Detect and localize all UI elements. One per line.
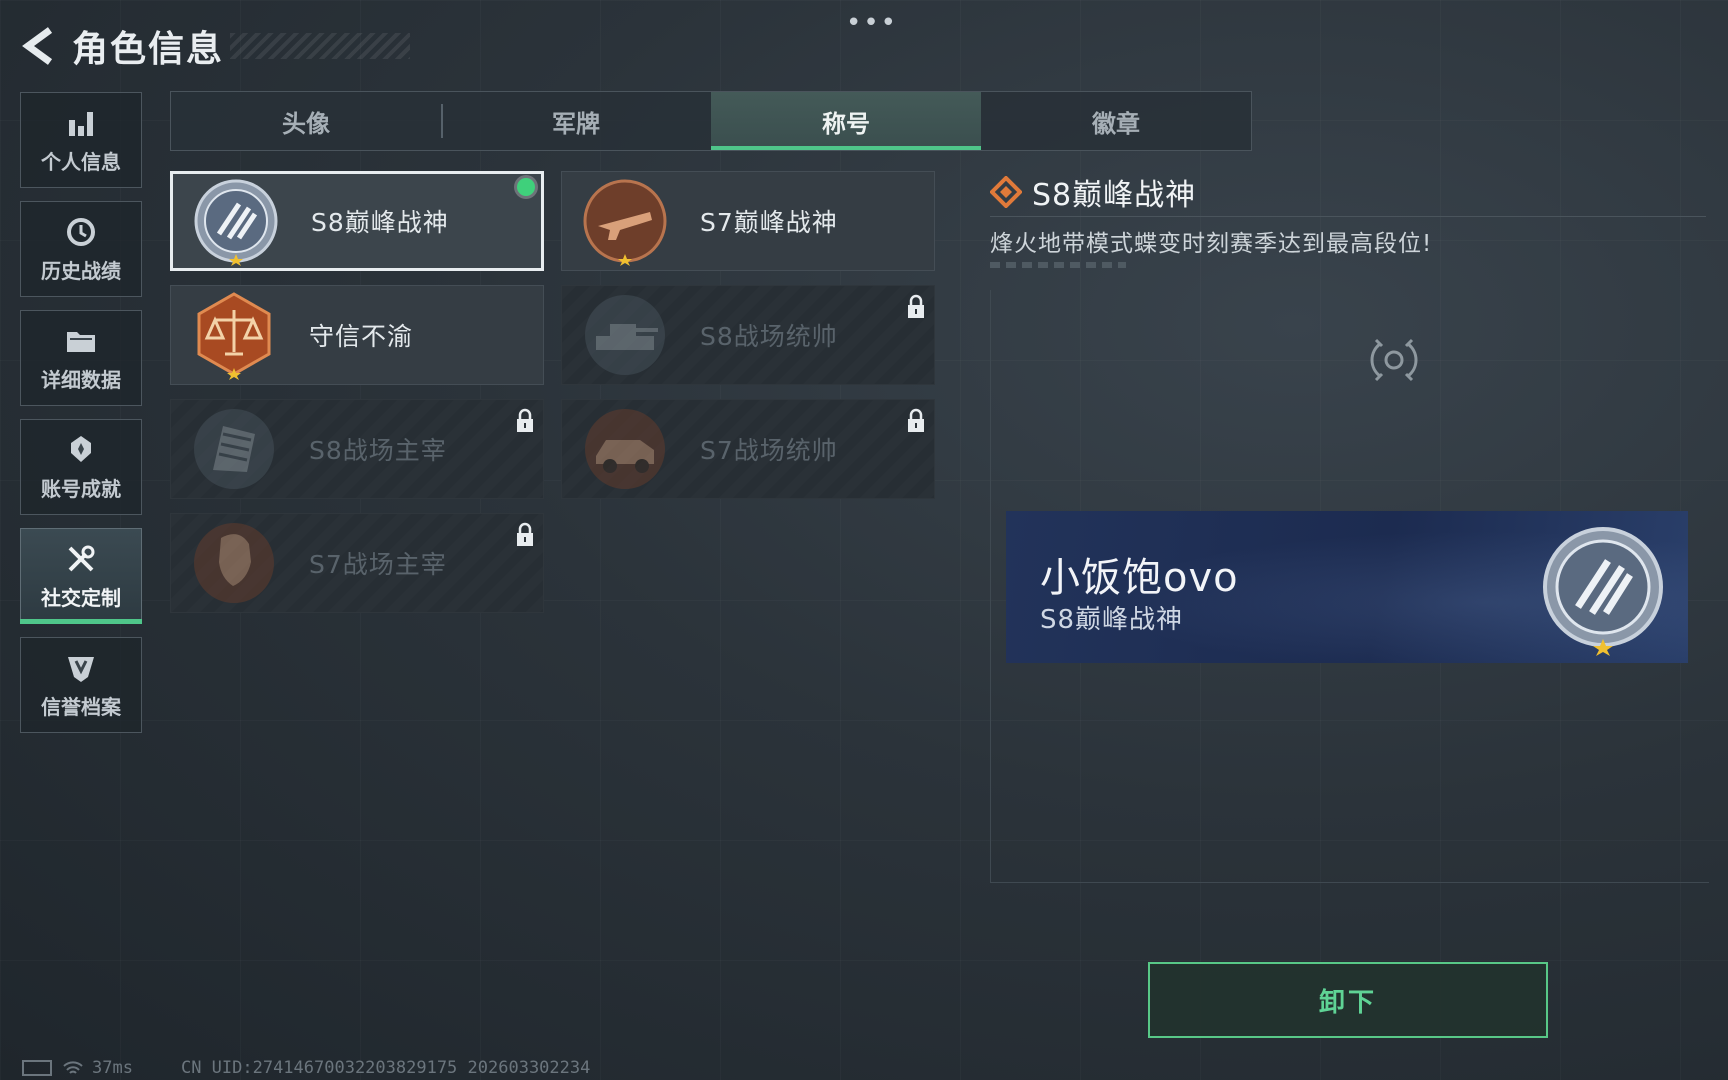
title-card-name: 守信不渝 [309,322,414,351]
title-card-s7-commander[interactable]: S7战场统帅 [561,399,935,499]
sidebar-item-label: 个人信息 [41,149,121,174]
tab-avatar[interactable]: 头像 [171,92,441,150]
silver-wings-badge-icon [194,179,278,266]
sidebar-item-label: 信誉档案 [41,694,121,719]
tab-bar: 头像 军牌 称号 徽章 [170,91,1252,151]
progress-decoration [990,262,1126,268]
sidebar-item-history[interactable]: 历史战绩 [20,201,142,297]
sidebar-item-detailed-data[interactable]: 详细数据 [20,310,142,406]
silver-wings-badge-icon [1543,527,1663,656]
unequip-button[interactable]: 卸下 [1148,962,1548,1038]
name-card-preview: 小饭饱ovo S8巅峰战神 [1006,511,1688,663]
tab-badge[interactable]: 徽章 [981,92,1251,150]
history-icon [67,217,95,246]
equipped-indicator [517,178,535,196]
title-card-s7-dominator[interactable]: S7战场主宰 [170,513,544,613]
detail-title: S8巅峰战神 [1032,178,1197,213]
status-bar: 37ms CN UID:274146700322038​29175 202603… [22,1058,590,1078]
lock-icon [908,294,924,318]
diamond-icon [990,176,1022,208]
title-card-keep-faith[interactable]: 守信不渝 [170,285,544,385]
title-card-s8-peak[interactable]: S8巅峰战神 [170,171,544,271]
title-card-name: S8战场主宰 [309,436,447,465]
ping-text: 37ms [92,1058,133,1078]
uid-text: CN UID:274146700322038​29175 20260330223… [180,1058,591,1078]
player-name: 小饭饱ovo [1040,555,1239,601]
folder-icon [67,331,95,352]
title-card-name: S7战场主宰 [309,550,447,579]
detail-description: 烽火地带模式蝶变时刻赛季达到最高段位! [990,231,1433,257]
title-card-s8-dominator[interactable]: S8战场主宰 [170,399,544,499]
back-button[interactable] [18,24,58,68]
more-options-button[interactable]: ••• [846,8,898,38]
title-card-s7-peak[interactable]: S7巅峰战神 [561,171,935,271]
detail-header: S8巅峰战神 [990,170,1196,214]
scales-badge-icon [197,292,271,380]
shield-icon [68,656,94,682]
soldier-badge-icon [194,523,274,603]
target-icon[interactable] [1370,336,1418,384]
tab-title[interactable]: 称号 [711,92,981,150]
vehicle-badge-icon [585,409,665,489]
sidebar-item-social-custom[interactable]: 社交定制 [20,528,142,624]
sidebar-item-label: 账号成就 [41,476,121,501]
tab-dog-tag[interactable]: 军牌 [441,92,711,150]
tools-icon [68,545,95,571]
tank-badge-icon [585,295,665,375]
sidebar-item-personal-info[interactable]: 个人信息 [20,92,142,188]
bar-chart-icon [69,111,93,136]
lock-icon [908,408,924,432]
header: 角色信息 [18,18,411,74]
sidebar-item-label: 社交定制 [41,585,121,610]
sidebar: 个人信息 历史战绩 详细数据 账号成就 社交定制 信誉档案 [20,92,144,746]
sidebar-item-achievements[interactable]: 账号成就 [20,419,142,515]
lock-icon [517,522,533,546]
battery-icon [22,1060,52,1076]
sidebar-item-label: 历史战绩 [41,258,121,283]
bronze-gun-badge-icon [583,179,667,266]
title-card-s8-commander[interactable]: S8战场统帅 [561,285,935,385]
title-card-name: S8巅峰战神 [311,208,449,237]
wifi-icon [63,1061,83,1074]
sidebar-item-label: 详细数据 [41,367,121,392]
title-card-name: S8战场统帅 [700,322,838,351]
title-decoration [230,33,411,59]
back-arrow-icon [22,27,53,65]
sidebar-item-reputation[interactable]: 信誉档案 [20,637,142,733]
page-title: 角色信息 [72,29,225,70]
lock-icon [517,408,533,432]
player-title: S8巅峰战神 [1040,605,1184,635]
title-card-name: S7战场统帅 [700,436,838,465]
title-card-name: S7巅峰战神 [700,208,838,237]
divider [990,216,1706,217]
building-badge-icon [194,409,274,489]
medal-icon [71,435,91,462]
